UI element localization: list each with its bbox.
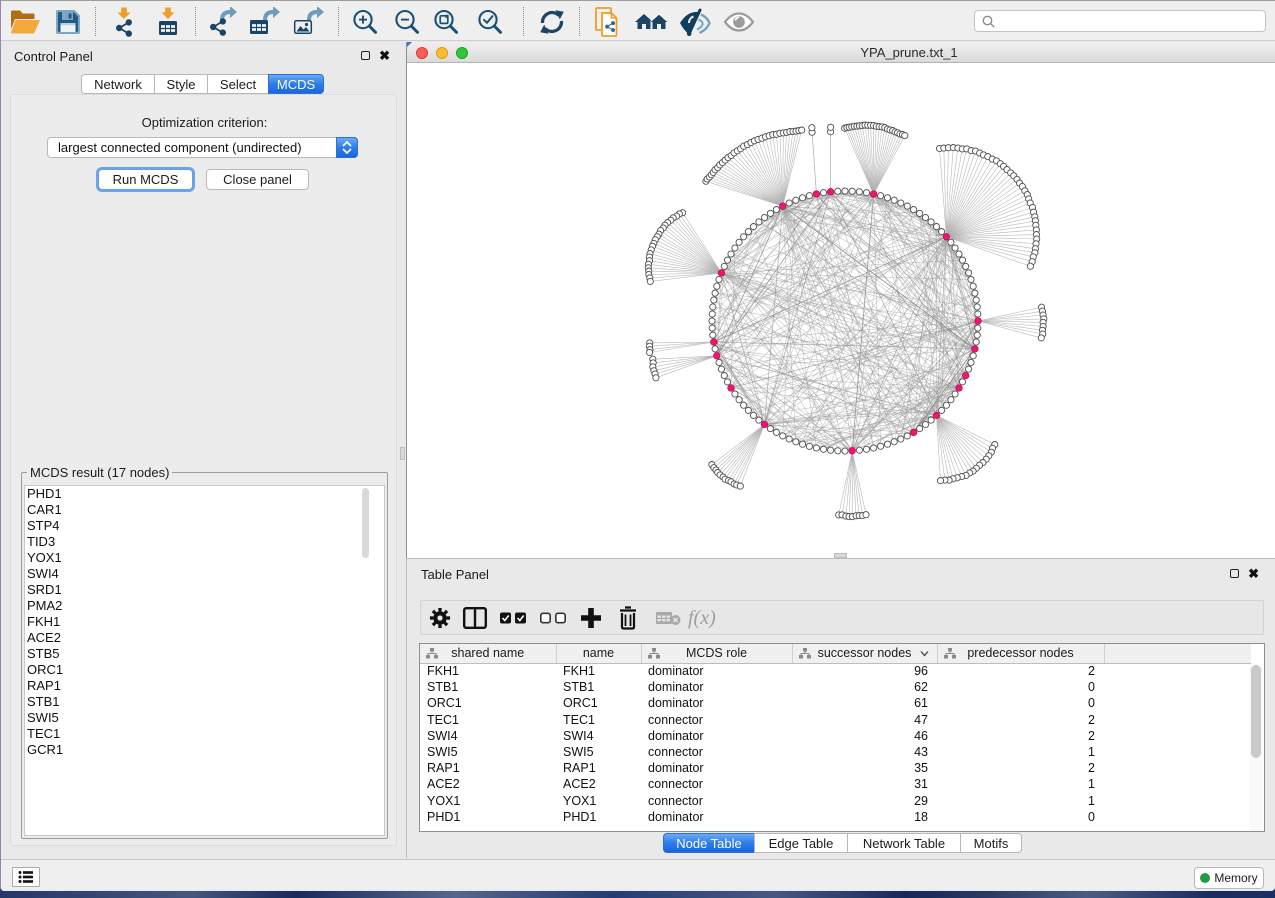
svg-text:f(x): f(x)	[688, 607, 716, 629]
